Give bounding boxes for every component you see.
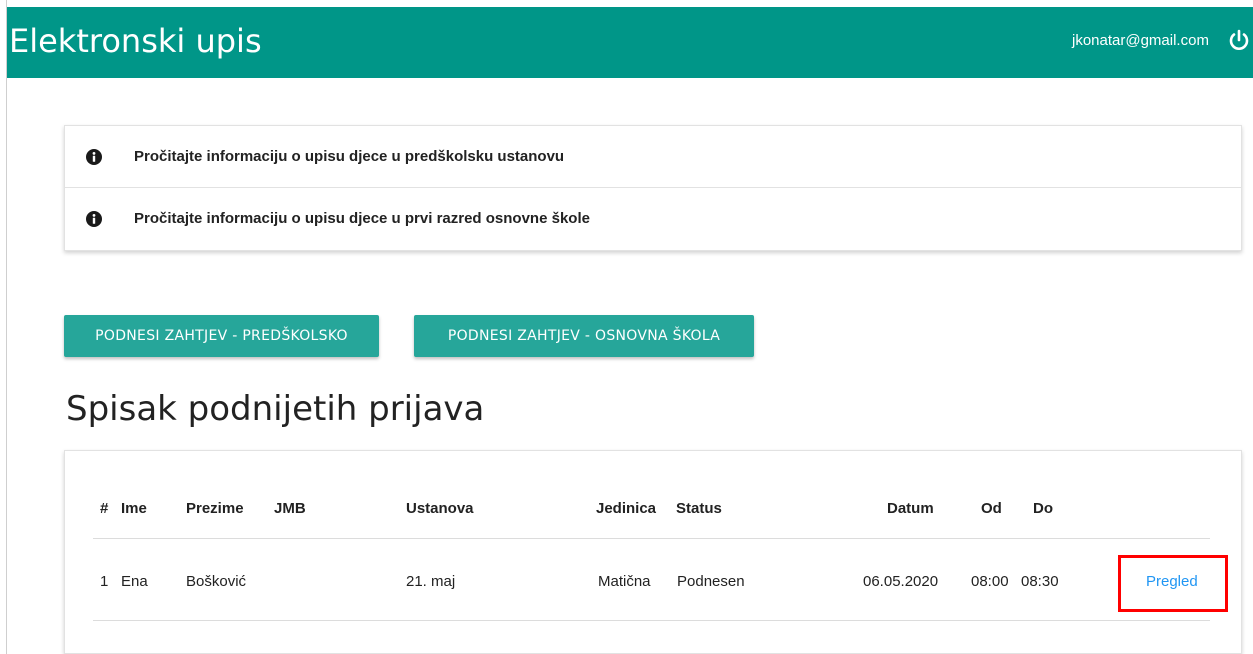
info-item-label: Pročitajte informaciju o upisu djece u p… bbox=[134, 210, 590, 227]
cell-status: Podnesen bbox=[677, 573, 745, 590]
column-header-number: # bbox=[100, 500, 109, 517]
column-header-prezime: Prezime bbox=[186, 500, 244, 517]
column-header-datum: Datum bbox=[887, 500, 934, 517]
cell-prezime: Bošković bbox=[186, 573, 247, 590]
info-item-label: Pročitajte informaciju o upisu djece u p… bbox=[134, 148, 565, 165]
cell-ime: Ena bbox=[121, 573, 148, 590]
column-header-do: Do bbox=[1033, 500, 1053, 517]
page-title: Spisak podnijetih prijava bbox=[66, 389, 485, 429]
app-title: Elektronski upis bbox=[9, 22, 262, 60]
window-left-edge bbox=[0, 0, 7, 654]
cell-number: 1 bbox=[100, 573, 109, 590]
column-header-jmb: JMB bbox=[274, 500, 306, 517]
power-icon[interactable] bbox=[1228, 29, 1250, 53]
app-header: Elektronski upis jkonatar@gmail.com bbox=[7, 7, 1253, 78]
column-header-od: Od bbox=[981, 500, 1002, 517]
table-row-divider bbox=[93, 620, 1210, 621]
cell-datum: 06.05.2020 bbox=[863, 573, 939, 590]
column-header-status: Status bbox=[676, 500, 722, 517]
cell-jedinica: Matična bbox=[598, 573, 651, 590]
info-panel: Pročitajte informaciju o upisu djece u p… bbox=[64, 125, 1242, 251]
cell-od: 08:00 bbox=[971, 573, 1009, 590]
submit-osnovna-button[interactable]: PODNESI ZAHTJEV - OSNOVNA ŠKOLA bbox=[414, 315, 754, 357]
applications-table bbox=[64, 450, 1242, 654]
info-icon bbox=[86, 149, 102, 165]
user-email: jkonatar@gmail.com bbox=[1072, 32, 1209, 49]
highlight-box bbox=[1118, 555, 1228, 612]
column-header-ustanova: Ustanova bbox=[406, 500, 474, 517]
cell-ustanova: 21. maj bbox=[406, 573, 456, 590]
column-header-jedinica: Jedinica bbox=[596, 500, 657, 517]
table-header-divider bbox=[93, 538, 1210, 539]
info-item-osnovna[interactable]: Pročitajte informaciju o upisu djece u p… bbox=[65, 188, 1241, 250]
submit-predskolsko-button[interactable]: PODNESI ZAHTJEV - PREDŠKOLSKO bbox=[64, 315, 379, 357]
column-header-ime: Ime bbox=[121, 500, 147, 517]
info-item-predskolsko[interactable]: Pročitajte informaciju o upisu djece u p… bbox=[65, 126, 1241, 188]
info-icon bbox=[86, 211, 102, 227]
cell-do: 08:30 bbox=[1021, 573, 1059, 590]
